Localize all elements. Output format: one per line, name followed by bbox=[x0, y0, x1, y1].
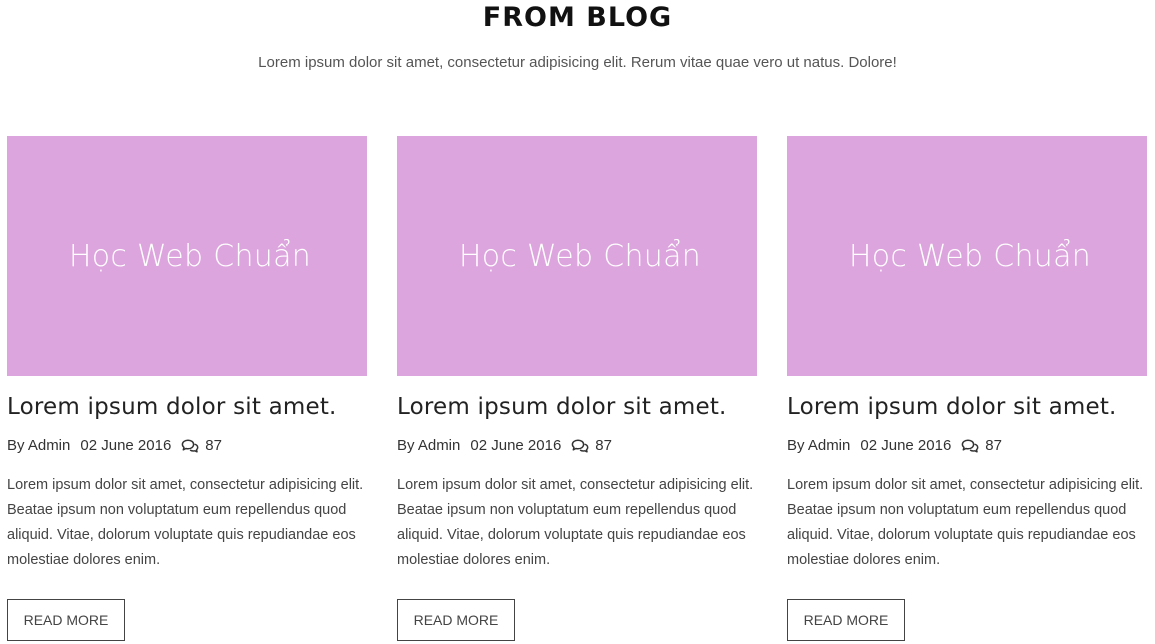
comments-icon bbox=[961, 438, 979, 453]
post-comments[interactable]: 87 bbox=[961, 437, 1002, 454]
comment-count: 87 bbox=[595, 437, 612, 454]
blog-post-card: Học Web Chuẩn Lorem ipsum dolor sit amet… bbox=[397, 136, 757, 641]
post-title[interactable]: Lorem ipsum dolor sit amet. bbox=[7, 394, 367, 420]
post-date: 02 June 2016 bbox=[80, 437, 172, 454]
blog-post-list: Học Web Chuẩn Lorem ipsum dolor sit amet… bbox=[7, 136, 1148, 641]
read-more-button[interactable]: READ MORE bbox=[7, 599, 125, 641]
comment-count: 87 bbox=[985, 437, 1002, 454]
post-comments[interactable]: 87 bbox=[181, 437, 222, 454]
post-thumbnail[interactable]: Học Web Chuẩn bbox=[397, 136, 757, 376]
post-meta: By Admin 02 June 2016 87 bbox=[787, 437, 1147, 454]
blog-post-card: Học Web Chuẩn Lorem ipsum dolor sit amet… bbox=[7, 136, 367, 641]
thumbnail-text: Học Web Chuẩn bbox=[458, 238, 702, 274]
post-author: By Admin bbox=[397, 437, 461, 454]
post-excerpt: Lorem ipsum dolor sit amet, consectetur … bbox=[787, 477, 1144, 568]
post-thumbnail[interactable]: Học Web Chuẩn bbox=[787, 136, 1147, 376]
post-title[interactable]: Lorem ipsum dolor sit amet. bbox=[397, 394, 757, 420]
read-more-button[interactable]: READ MORE bbox=[397, 599, 515, 641]
read-more-button[interactable]: READ MORE bbox=[787, 599, 905, 641]
thumbnail-text: Học Web Chuẩn bbox=[68, 238, 312, 274]
post-comments[interactable]: 87 bbox=[571, 437, 612, 454]
post-title[interactable]: Lorem ipsum dolor sit amet. bbox=[787, 394, 1147, 420]
post-date: 02 June 2016 bbox=[860, 437, 952, 454]
post-thumbnail[interactable]: Học Web Chuẩn bbox=[7, 136, 367, 376]
post-author: By Admin bbox=[787, 437, 851, 454]
comments-icon bbox=[181, 438, 199, 453]
post-author: By Admin bbox=[7, 437, 71, 454]
section-title: FROM BLOG bbox=[482, 2, 673, 33]
post-meta: By Admin 02 June 2016 87 bbox=[7, 437, 367, 454]
thumbnail-text: Học Web Chuẩn bbox=[848, 238, 1092, 274]
post-meta: By Admin 02 June 2016 87 bbox=[397, 437, 757, 454]
comments-icon bbox=[571, 438, 589, 453]
comment-count: 87 bbox=[205, 437, 222, 454]
blog-post-card: Học Web Chuẩn Lorem ipsum dolor sit amet… bbox=[787, 136, 1147, 641]
post-date: 02 June 2016 bbox=[470, 437, 562, 454]
section-subtitle: Lorem ipsum dolor sit amet, consectetur … bbox=[258, 54, 897, 71]
post-excerpt: Lorem ipsum dolor sit amet, consectetur … bbox=[7, 477, 364, 568]
post-excerpt: Lorem ipsum dolor sit amet, consectetur … bbox=[397, 477, 754, 568]
